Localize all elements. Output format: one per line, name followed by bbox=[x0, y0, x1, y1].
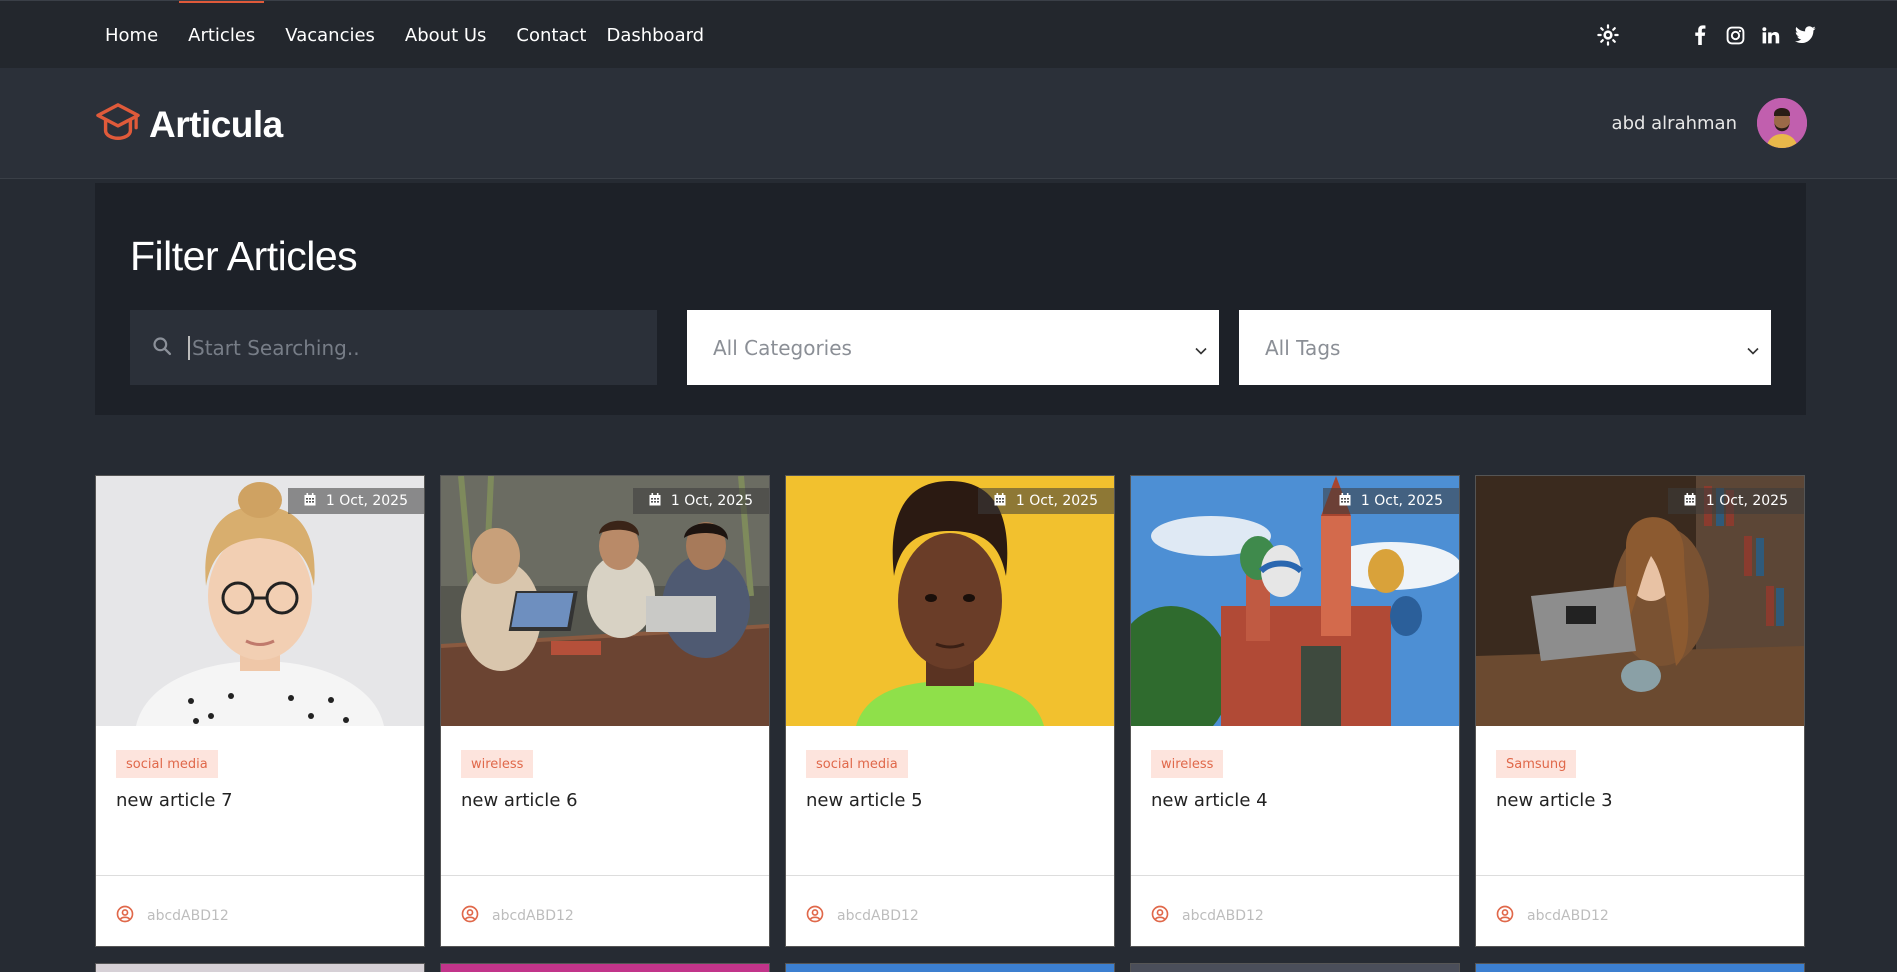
user-menu[interactable]: abd alrahman bbox=[1612, 98, 1807, 148]
article-author[interactable]: abcdABD12 bbox=[1496, 905, 1609, 927]
article-date: 1 Oct, 2025 bbox=[670, 493, 753, 509]
card-divider bbox=[441, 875, 769, 876]
facebook-icon[interactable] bbox=[1688, 23, 1712, 47]
article-card[interactable] bbox=[1130, 963, 1460, 972]
author-name: abcdABD12 bbox=[492, 908, 574, 924]
user-circle-icon bbox=[1151, 905, 1169, 927]
chevron-down-icon bbox=[1747, 336, 1759, 360]
article-card[interactable]: 1 Oct, 2025 Samsung new article 3 abcdAB… bbox=[1475, 475, 1805, 947]
calendar-icon bbox=[994, 492, 1006, 510]
date-badge: 1 Oct, 2025 bbox=[632, 488, 769, 514]
category-tag[interactable]: wireless bbox=[461, 750, 534, 778]
article-title[interactable]: new article 3 bbox=[1496, 790, 1613, 811]
article-title[interactable]: new article 6 bbox=[461, 790, 578, 811]
article-card[interactable] bbox=[95, 963, 425, 972]
user-circle-icon bbox=[116, 905, 134, 927]
author-name: abcdABD12 bbox=[1182, 908, 1264, 924]
nav-home[interactable]: Home bbox=[105, 1, 158, 69]
card-divider bbox=[1131, 875, 1459, 876]
article-card[interactable] bbox=[1475, 963, 1805, 972]
article-author[interactable]: abcdABD12 bbox=[116, 905, 229, 927]
article-card[interactable]: 1 Oct, 2025 wireless new article 6 abcdA… bbox=[440, 475, 770, 947]
user-name: abd alrahman bbox=[1611, 112, 1737, 134]
article-card[interactable] bbox=[440, 963, 770, 972]
brand-name: Articula bbox=[149, 104, 283, 145]
date-badge: 1 Oct, 2025 bbox=[977, 488, 1114, 514]
date-badge: 1 Oct, 2025 bbox=[287, 488, 424, 514]
article-author[interactable]: abcdABD12 bbox=[1151, 905, 1264, 927]
date-badge: 1 Oct, 2025 bbox=[1322, 488, 1459, 514]
article-title[interactable]: new article 4 bbox=[1151, 790, 1268, 811]
article-date: 1 Oct, 2025 bbox=[325, 493, 408, 509]
nav-contact[interactable]: Contact bbox=[516, 1, 586, 69]
article-title[interactable]: new article 5 bbox=[806, 790, 923, 811]
tag-select-value: All Tags bbox=[1265, 335, 1341, 360]
nav-vacancies[interactable]: Vacancies bbox=[285, 1, 375, 69]
author-name: abcdABD12 bbox=[1527, 908, 1609, 924]
linkedin-icon[interactable] bbox=[1758, 23, 1782, 47]
category-select[interactable]: All Categories bbox=[687, 310, 1219, 385]
article-date: 1 Oct, 2025 bbox=[1360, 493, 1443, 509]
calendar-icon bbox=[649, 492, 661, 510]
user-circle-icon bbox=[461, 905, 479, 927]
calendar-icon bbox=[304, 492, 316, 510]
nav-about-us[interactable]: About Us bbox=[405, 1, 487, 69]
avatar[interactable] bbox=[1757, 98, 1807, 148]
article-card[interactable]: 1 Oct, 2025 social media new article 7 a… bbox=[95, 475, 425, 947]
calendar-icon bbox=[1339, 492, 1351, 510]
search-box[interactable] bbox=[130, 310, 657, 385]
instagram-icon[interactable] bbox=[1723, 23, 1747, 47]
category-select-value: All Categories bbox=[713, 335, 852, 360]
card-divider bbox=[786, 875, 1114, 876]
article-date: 1 Oct, 2025 bbox=[1015, 493, 1098, 509]
user-circle-icon bbox=[1496, 905, 1514, 927]
filter-title: Filter Articles bbox=[130, 233, 358, 279]
article-title[interactable]: new article 7 bbox=[116, 790, 233, 811]
article-author[interactable]: abcdABD12 bbox=[461, 905, 574, 927]
search-icon bbox=[152, 336, 172, 360]
main-nav: Home Articles Vacancies About Us Contact… bbox=[105, 1, 734, 69]
site-header: Articula abd alrahman bbox=[0, 68, 1897, 179]
category-tag[interactable]: Samsung bbox=[1496, 750, 1577, 778]
category-tag[interactable]: social media bbox=[806, 750, 908, 778]
category-tag[interactable]: wireless bbox=[1151, 750, 1224, 778]
sun-icon[interactable] bbox=[1596, 23, 1620, 47]
tag-select[interactable]: All Tags bbox=[1239, 310, 1771, 385]
brand-logo[interactable]: Articula bbox=[95, 102, 283, 148]
chevron-down-icon bbox=[1195, 336, 1207, 360]
date-badge: 1 Oct, 2025 bbox=[1667, 488, 1804, 514]
search-input[interactable] bbox=[188, 335, 608, 360]
article-card[interactable]: 1 Oct, 2025 wireless new article 4 abcdA… bbox=[1130, 475, 1460, 947]
nav-dashboard[interactable]: Dashboard bbox=[606, 1, 704, 69]
twitter-icon[interactable] bbox=[1793, 23, 1817, 47]
article-card[interactable] bbox=[785, 963, 1115, 972]
author-name: abcdABD12 bbox=[147, 908, 229, 924]
graduation-cap-icon bbox=[95, 102, 141, 148]
top-navbar: Home Articles Vacancies About Us Contact… bbox=[0, 0, 1897, 68]
article-card[interactable]: 1 Oct, 2025 social media new article 5 a… bbox=[785, 475, 1115, 947]
card-divider bbox=[1476, 875, 1804, 876]
filter-panel: Filter Articles All Categories All Tags bbox=[95, 183, 1806, 415]
category-tag[interactable]: social media bbox=[116, 750, 218, 778]
calendar-icon bbox=[1684, 492, 1696, 510]
user-circle-icon bbox=[806, 905, 824, 927]
nav-articles[interactable]: Articles bbox=[179, 1, 265, 69]
header-icons bbox=[1585, 1, 1817, 69]
article-author[interactable]: abcdABD12 bbox=[806, 905, 919, 927]
card-divider bbox=[96, 875, 424, 876]
author-name: abcdABD12 bbox=[837, 908, 919, 924]
article-date: 1 Oct, 2025 bbox=[1705, 493, 1788, 509]
